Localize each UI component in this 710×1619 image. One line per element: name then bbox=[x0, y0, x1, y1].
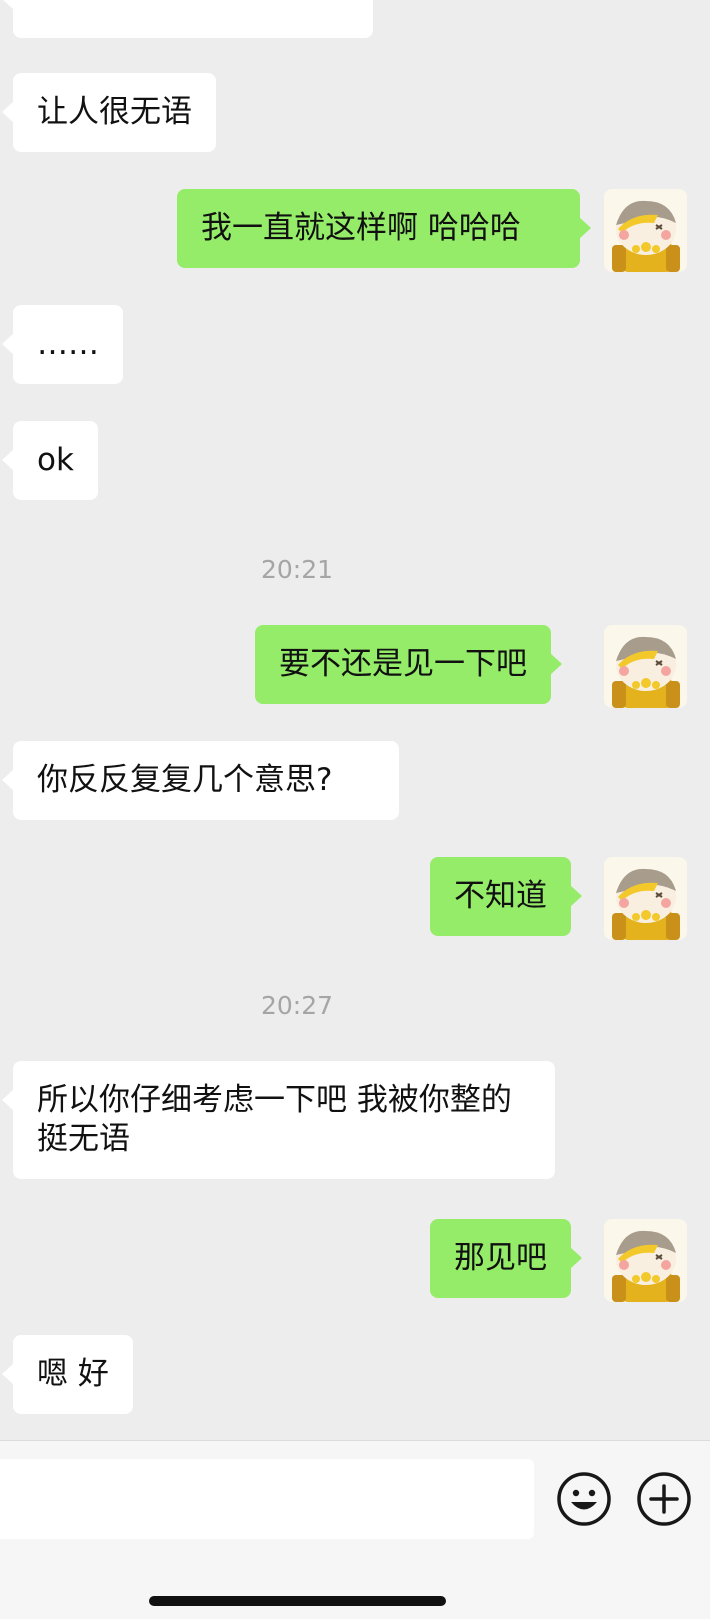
hamster-avatar-icon bbox=[612, 1230, 680, 1302]
timestamp: 20:21 bbox=[260, 555, 334, 584]
message-bubble-outgoing[interactable]: 要不还是见一下吧 bbox=[255, 625, 562, 704]
my-avatar[interactable] bbox=[604, 189, 687, 272]
message-bubble-outgoing[interactable]: 我一直就这样啊 哈哈哈 bbox=[177, 189, 591, 268]
message-bubble-incoming[interactable]: 嗯 好 bbox=[2, 1335, 133, 1414]
message-bubble-incoming[interactable]: …… bbox=[2, 305, 123, 384]
emoji-button[interactable] bbox=[556, 1471, 612, 1527]
my-avatar[interactable] bbox=[604, 625, 687, 708]
message-bubble-incoming[interactable]: 所以你仔细考虑一下吧 我被你整的挺无语 bbox=[2, 1061, 555, 1179]
message-bubble-incoming[interactable]: 你反反复复几个意思? bbox=[2, 741, 399, 820]
my-avatar[interactable] bbox=[604, 857, 687, 940]
message-text: 你反反复复几个意思? bbox=[37, 762, 333, 798]
message-input[interactable] bbox=[0, 1459, 534, 1539]
message-text: 所以你仔细考虑一下吧 我被你整的挺无语 bbox=[37, 1082, 512, 1157]
chat-message-list[interactable]: 让人很无语 我一直就这样啊 哈哈哈 …… ok 20:21 要不还是见一下吧 你… bbox=[0, 0, 710, 1440]
hamster-avatar-icon bbox=[612, 636, 680, 708]
message-text: 要不还是见一下吧 bbox=[279, 646, 527, 682]
home-indicator[interactable] bbox=[149, 1596, 446, 1606]
plus-circle-icon bbox=[637, 1472, 691, 1526]
message-text: ok bbox=[37, 442, 74, 478]
hamster-avatar-icon bbox=[612, 200, 680, 272]
message-text: 不知道 bbox=[454, 878, 547, 914]
message-bubble-incoming[interactable]: ok bbox=[2, 421, 98, 500]
more-functions-button[interactable] bbox=[636, 1471, 692, 1527]
message-text: 嗯 好 bbox=[37, 1356, 109, 1392]
message-text: 那见吧 bbox=[454, 1240, 547, 1276]
timestamp: 20:27 bbox=[260, 991, 334, 1020]
my-avatar[interactable] bbox=[604, 1219, 687, 1302]
message-text: …… bbox=[37, 326, 99, 362]
message-bubble-outgoing[interactable]: 不知道 bbox=[430, 857, 582, 936]
chat-input-bar bbox=[0, 1440, 710, 1619]
smiley-face-icon bbox=[557, 1472, 611, 1526]
message-text: 让人很无语 bbox=[37, 94, 192, 130]
hamster-avatar-icon bbox=[612, 868, 680, 940]
message-text: 我一直就这样啊 哈哈哈 bbox=[201, 210, 521, 246]
message-bubble-incoming-partial bbox=[2, 0, 373, 38]
message-bubble-outgoing[interactable]: 那见吧 bbox=[430, 1219, 582, 1298]
message-bubble-incoming[interactable]: 让人很无语 bbox=[2, 73, 216, 152]
